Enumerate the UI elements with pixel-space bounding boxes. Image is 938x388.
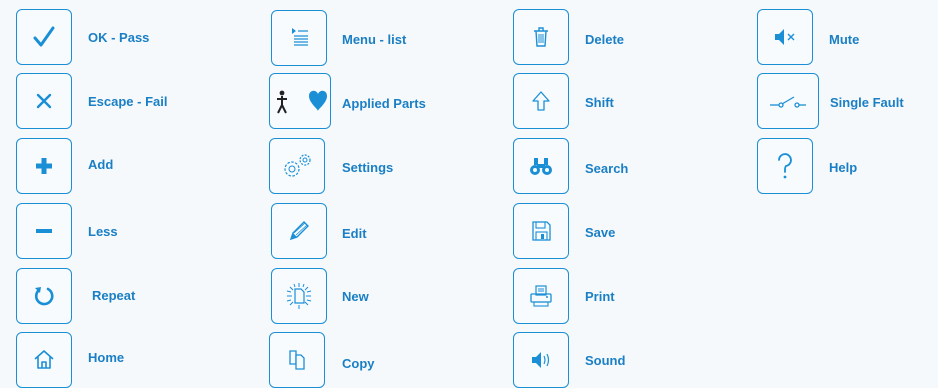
minus-icon — [36, 229, 52, 233]
floppy-disk-icon — [532, 221, 551, 241]
sound-label: Sound — [585, 353, 626, 368]
settings-label: Settings — [342, 160, 394, 175]
shift-arrow-icon — [532, 91, 550, 111]
edit-label: Edit — [342, 226, 367, 241]
menu-list-label: Menu - list — [342, 32, 407, 47]
single-fault-button[interactable] — [757, 73, 819, 129]
applied-parts-button[interactable] — [269, 73, 331, 129]
repeat-button[interactable] — [16, 268, 72, 324]
mute-label: Mute — [829, 32, 860, 47]
mute-icon — [775, 29, 795, 45]
pencil-icon — [289, 221, 309, 241]
home-icon — [34, 350, 54, 369]
copy-label: Copy — [342, 356, 375, 371]
menu-list-icon — [292, 28, 308, 46]
question-icon — [778, 153, 792, 179]
help-button[interactable] — [757, 138, 813, 194]
home-button[interactable] — [16, 332, 72, 388]
escape-fail-button[interactable] — [16, 73, 72, 129]
save-button[interactable] — [513, 203, 569, 259]
delete-label: Delete — [585, 32, 625, 47]
shift-button[interactable] — [513, 73, 569, 129]
speaker-icon — [532, 352, 550, 368]
plus-icon — [36, 158, 52, 174]
add-label: Add — [88, 157, 114, 172]
shift-label: Shift — [585, 95, 614, 110]
menu-list-button[interactable] — [271, 10, 327, 66]
escape-fail-label: Escape - Fail — [88, 94, 168, 109]
settings-button[interactable] — [269, 138, 325, 194]
check-icon — [33, 26, 55, 47]
sound-button[interactable] — [513, 332, 569, 388]
add-button[interactable] — [16, 138, 72, 194]
search-label: Search — [585, 161, 629, 176]
ok-pass-label: OK - Pass — [88, 30, 150, 45]
new-button[interactable] — [271, 268, 327, 324]
print-label: Print — [585, 289, 615, 304]
repeat-label: Repeat — [92, 288, 136, 303]
help-label: Help — [829, 160, 858, 175]
applied-parts-label: Applied Parts — [342, 96, 426, 111]
copy-button[interactable] — [269, 332, 325, 388]
printer-icon — [530, 285, 552, 307]
search-button[interactable] — [513, 138, 569, 194]
gear-icon — [284, 154, 311, 177]
single-fault-label: Single Fault — [830, 95, 904, 110]
save-label: Save — [585, 225, 616, 240]
less-button[interactable] — [16, 203, 72, 259]
repeat-icon — [34, 287, 54, 306]
new-document-icon — [286, 283, 312, 309]
copy-icon — [289, 350, 305, 370]
new-label: New — [342, 289, 369, 304]
mute-button[interactable] — [757, 9, 813, 65]
binoculars-icon — [530, 158, 552, 175]
ok-pass-button[interactable] — [16, 9, 72, 65]
applied-parts-icon — [277, 90, 327, 114]
edit-button[interactable] — [271, 203, 327, 259]
delete-button[interactable] — [513, 9, 569, 65]
trash-icon — [534, 27, 548, 47]
less-label: Less — [88, 224, 118, 239]
switch-icon — [770, 96, 806, 108]
print-button[interactable] — [513, 268, 569, 324]
home-label: Home — [88, 350, 125, 365]
close-icon — [36, 93, 52, 109]
